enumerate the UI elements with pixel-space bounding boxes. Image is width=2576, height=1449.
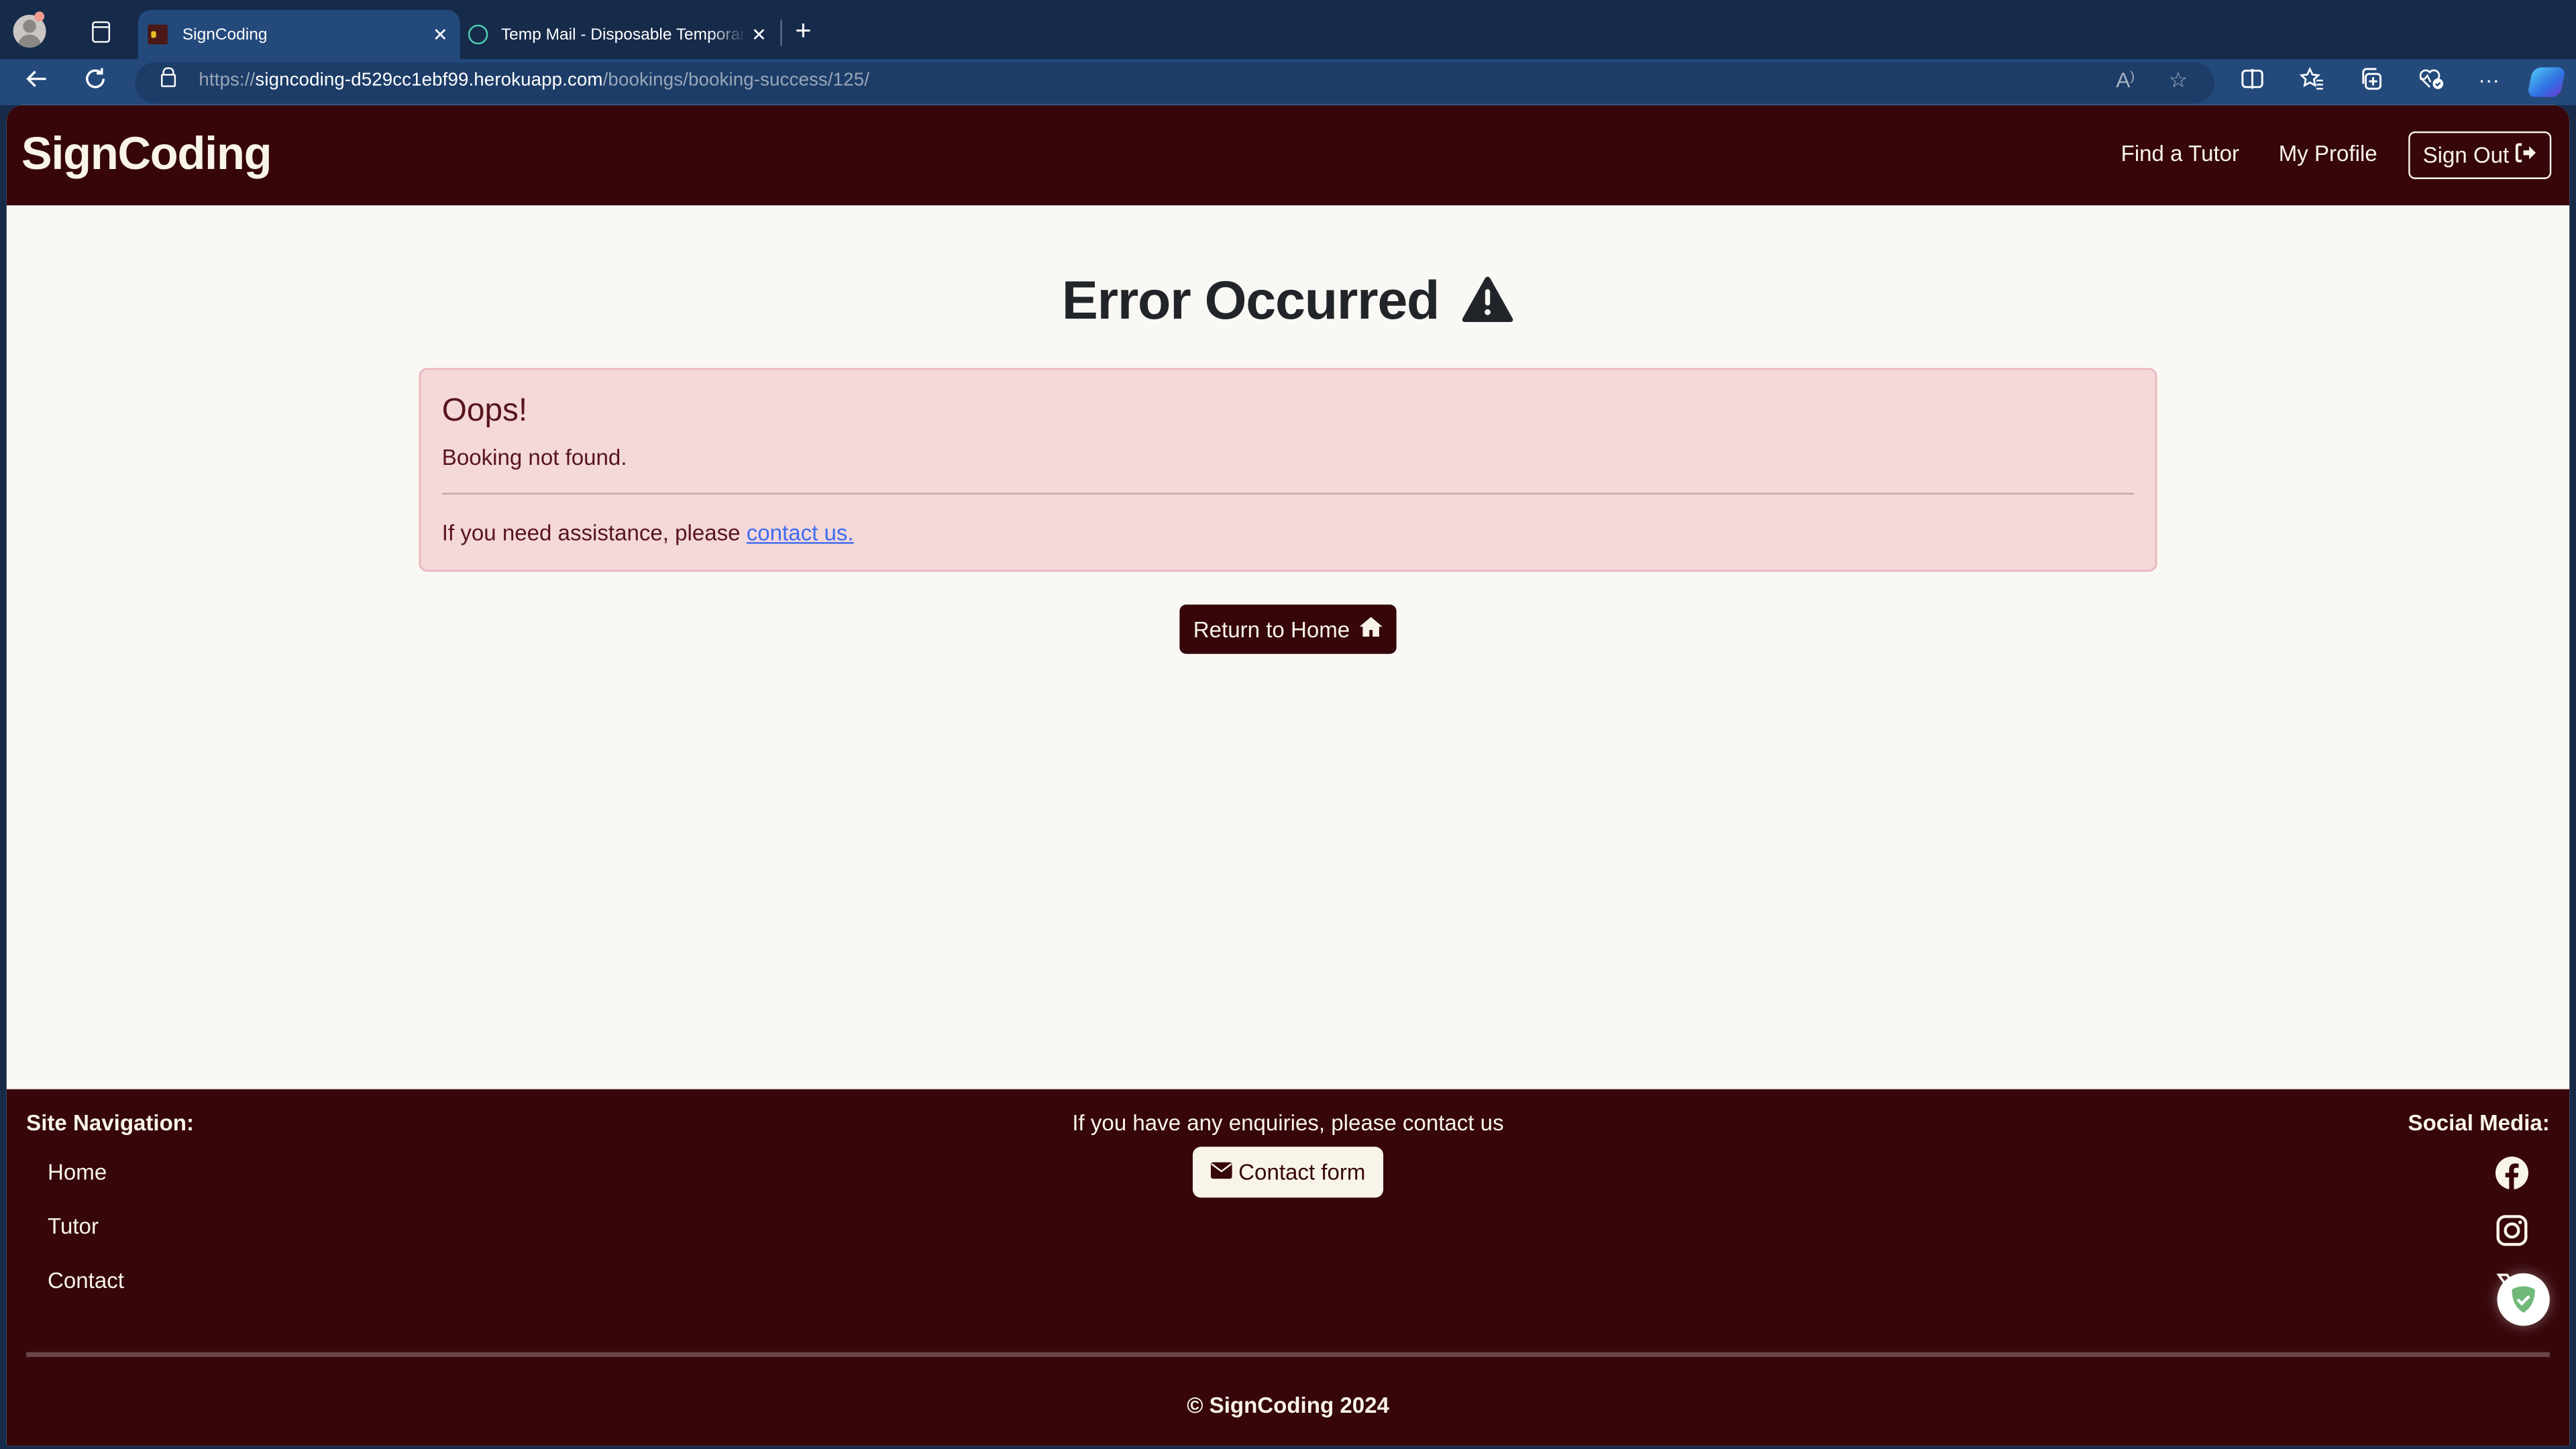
instagram-icon[interactable] [2494,1212,2530,1248]
contact-form-button[interactable]: Contact form [1192,1146,1384,1198]
lock-icon [161,67,176,87]
split-screen-icon[interactable] [2236,67,2269,95]
nav-my-profile[interactable]: My Profile [2279,142,2377,166]
web-page: SignCoding Find a Tutor My Profile Sign … [6,105,2570,1446]
browser-window: SignCoding ✕ Temp Mail - Disposable Temp… [0,0,2576,1449]
tab-signcoding[interactable]: SignCoding ✕ [138,9,460,60]
site-logo[interactable]: SignCoding [21,128,272,180]
page-title: Error Occurred [7,270,2569,337]
tab-separator [780,19,782,46]
address-bar[interactable]: https://signcoding-d529cc1ebf99.herokuap… [134,62,2215,104]
footer-link-tutor[interactable]: Tutor [48,1214,99,1239]
envelope-icon [1210,1160,1232,1185]
home-icon [1358,616,1383,642]
tab-title: SignCoding [182,25,268,44]
alert-divider [441,492,2135,495]
site-footer: Site Navigation: Home Tutor Contact If y… [6,1089,2570,1446]
alert-message: Booking not found. [441,445,627,470]
facebook-icon[interactable] [2494,1155,2530,1191]
favorite-star-icon[interactable]: ☆ [2169,67,2188,93]
return-home-label: Return to Home [1193,616,1350,642]
tab-title: Temp Mail - Disposable Temporary Email [500,25,746,44]
enquiry-text: If you have any enquiries, please contac… [1072,1110,1504,1136]
copyright-text: © SignCoding 2024 [1187,1393,1389,1418]
footer-divider [26,1352,2550,1357]
adguard-shield-icon[interactable] [2497,1273,2550,1326]
collections-icon[interactable] [2354,67,2387,95]
warning-triangle-icon [1460,274,1514,337]
url-text[interactable]: https://signcoding-d529cc1ebf99.herokuap… [199,70,869,90]
social-media-heading: Social Media: [2408,1110,2550,1136]
copilot-icon[interactable] [2526,67,2567,97]
sign-out-label: Sign Out [2422,143,2510,168]
error-alert: Oops! Booking not found. If you need ass… [419,368,2157,572]
browser-essentials-icon[interactable] [2415,67,2448,95]
tab-actions-icon[interactable] [92,21,111,43]
tab-bar: SignCoding ✕ Temp Mail - Disposable Temp… [0,0,2576,60]
new-tab-button[interactable]: + [795,15,811,48]
tab-temp-mail[interactable]: Temp Mail - Disposable Temporary Email ✕ [464,10,779,59]
close-tab-icon[interactable]: ✕ [427,24,453,45]
browser-toolbar: https://signcoding-d529cc1ebf99.herokuap… [0,59,2576,105]
sign-out-icon [2516,143,2537,168]
contact-us-link[interactable]: contact us. [747,521,854,545]
more-icon[interactable]: ··· [2473,67,2506,92]
return-home-button[interactable]: Return to Home [1179,604,1397,654]
footer-link-contact[interactable]: Contact [48,1269,124,1293]
favorites-icon[interactable] [2295,66,2328,95]
reload-icon[interactable] [79,66,112,99]
signcoding-favicon-icon [148,24,168,45]
read-aloud-icon[interactable]: A) [2116,67,2135,92]
sign-out-button[interactable]: Sign Out [2408,131,2552,179]
nav-find-tutor[interactable]: Find a Tutor [2121,142,2239,166]
alert-help-text: If you need assistance, please contact u… [441,521,854,546]
close-tab-icon[interactable]: ✕ [746,24,772,45]
notification-dot [34,11,45,21]
site-navbar: SignCoding Find a Tutor My Profile Sign … [6,105,2570,206]
back-arrow-icon[interactable] [19,66,52,99]
alert-heading: Oops! [441,392,528,429]
footer-link-home[interactable]: Home [48,1160,107,1185]
tempmail-favicon-icon [468,24,488,45]
contact-form-label: Contact form [1238,1159,1366,1185]
